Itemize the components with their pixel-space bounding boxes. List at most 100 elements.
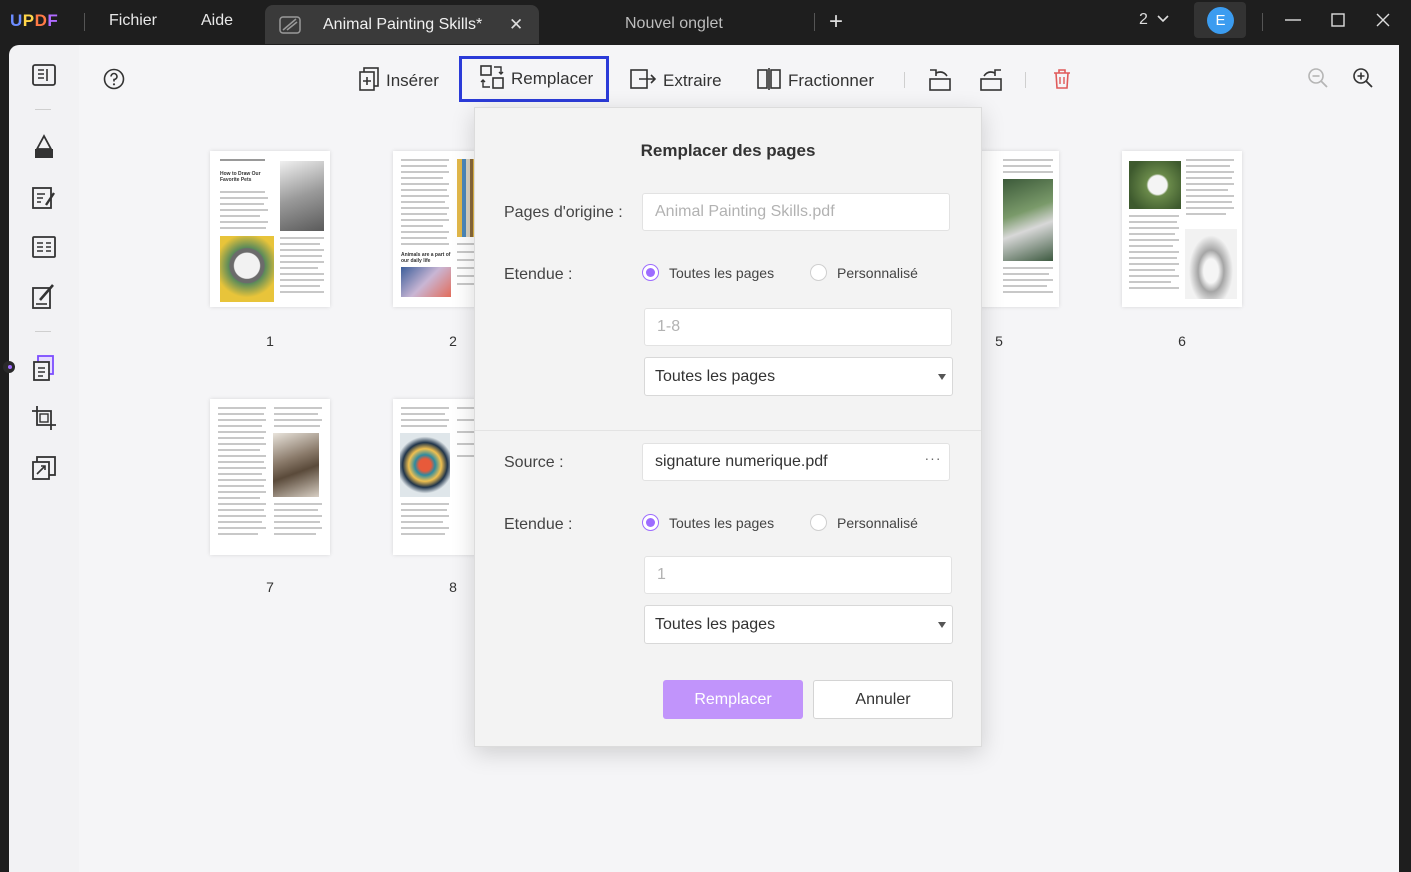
rotate-left-icon[interactable]	[927, 68, 953, 97]
parrot-painting-image	[400, 433, 450, 497]
page-thumbnail-1[interactable]: How to Draw Our Favorite Pets	[210, 151, 330, 307]
cancel-button[interactable]: Annuler	[813, 680, 953, 719]
replace-page-icon	[479, 64, 505, 94]
split-page-icon	[756, 67, 782, 96]
origin-range-input[interactable]: 1-8	[644, 308, 952, 346]
page-2-heading: Animals are a part of our daily life	[401, 252, 451, 264]
compress-icon[interactable]	[31, 455, 57, 486]
origin-file-field: Animal Painting Skills.pdf	[642, 193, 950, 231]
sidebar-separator	[35, 109, 51, 110]
zoom-in-icon[interactable]	[1352, 67, 1374, 94]
origin-pages-label: Pages d'origine :	[504, 204, 623, 221]
rabbit-photo-image	[1129, 161, 1181, 209]
close-tab-icon[interactable]: ✕	[509, 15, 523, 35]
more-options-icon[interactable]: ···	[923, 450, 943, 474]
tab-new[interactable]: Nouvel onglet	[625, 15, 723, 33]
replace-button[interactable]: Remplacer	[459, 56, 609, 102]
source-page-select-value: Toutes les pages	[655, 615, 776, 633]
caret-down-icon	[938, 374, 946, 380]
sign-icon[interactable]	[31, 283, 57, 316]
replace-label: Remplacer	[511, 69, 594, 88]
replace-pages-dialog: Remplacer des pages Pages d'origine : An…	[474, 107, 982, 747]
trash-icon[interactable]	[1052, 68, 1072, 95]
comment-icon[interactable]	[31, 133, 57, 166]
split-button[interactable]: Fractionner	[756, 67, 874, 95]
account-button[interactable]: E	[1194, 2, 1246, 38]
page-number-1: 1	[266, 333, 274, 349]
page-thumbnail-6[interactable]	[1122, 151, 1242, 307]
add-tab-icon[interactable]: +	[829, 8, 843, 36]
page-thumbnail-7[interactable]	[210, 399, 330, 555]
origin-all-pages-label: Toutes les pages	[669, 264, 775, 281]
close-window-icon[interactable]	[1375, 9, 1391, 36]
page-number-8: 8	[449, 579, 457, 595]
radio-unselected-icon	[810, 264, 827, 281]
source-all-pages-radio[interactable]: Toutes les pages	[642, 514, 774, 531]
origin-custom-label: Personnalisé	[837, 264, 918, 281]
tab-animal-painting[interactable]: Animal Painting Skills* ✕	[265, 5, 539, 44]
source-file-field[interactable]: signature numerique.pdf ···	[642, 443, 950, 481]
dog-sketch-image	[280, 161, 324, 231]
origin-range-label: Etendue :	[504, 266, 573, 283]
dialog-title: Remplacer des pages	[640, 141, 816, 160]
extract-label: Extraire	[663, 71, 722, 90]
source-all-pages-label: Toutes les pages	[669, 514, 775, 531]
origin-all-pages-radio[interactable]: Toutes les pages	[642, 264, 774, 281]
confirm-replace-button[interactable]: Remplacer	[663, 680, 803, 719]
toolbar-separator	[904, 72, 905, 88]
title-separator	[814, 13, 815, 31]
source-file-name: signature numerique.pdf	[655, 453, 828, 470]
title-separator	[1262, 13, 1263, 31]
source-page-select[interactable]: Toutes les pages	[644, 605, 953, 644]
sidebar-handle[interactable]	[3, 361, 15, 373]
dog-painting-image	[220, 236, 274, 302]
edit-pdf-icon[interactable]	[31, 185, 57, 216]
insert-button[interactable]: Insérer	[358, 66, 439, 96]
insert-page-icon	[358, 66, 380, 96]
left-sidebar	[3, 45, 79, 872]
source-range-input[interactable]: 1	[644, 556, 952, 594]
title-separator	[84, 13, 85, 31]
source-label: Source :	[504, 454, 564, 471]
menu-help[interactable]: Aide	[201, 12, 233, 30]
organize-pages-icon[interactable]	[31, 354, 57, 387]
radio-selected-icon	[642, 264, 659, 281]
page-number-5: 5	[995, 333, 1003, 349]
help-icon[interactable]	[103, 68, 125, 95]
toolbar-separator	[1025, 72, 1026, 88]
minimize-icon[interactable]	[1284, 9, 1302, 36]
insert-label: Insérer	[386, 71, 439, 90]
reader-icon[interactable]	[31, 63, 57, 92]
extract-page-icon	[629, 68, 657, 95]
page-number-6: 6	[1178, 333, 1186, 349]
origin-page-select[interactable]: Toutes les pages	[644, 357, 953, 396]
tab-title: Animal Painting Skills*	[323, 16, 483, 33]
page-number-7: 7	[266, 579, 274, 595]
split-label: Fractionner	[788, 71, 874, 90]
origin-custom-radio[interactable]: Personnalisé	[810, 264, 918, 281]
window-count[interactable]: 2	[1139, 11, 1148, 29]
plant-art-image	[1003, 179, 1053, 261]
window-edge	[1399, 45, 1411, 872]
menu-file[interactable]: Fichier	[109, 12, 157, 30]
chevron-down-icon[interactable]	[1156, 12, 1170, 31]
updf-logo: UPDF	[10, 11, 59, 30]
crop-icon[interactable]	[31, 405, 57, 436]
extract-button[interactable]: Extraire	[629, 67, 722, 95]
source-custom-radio[interactable]: Personnalisé	[810, 514, 918, 531]
rabbit-sketch-image	[1185, 229, 1237, 299]
page-1-heading: How to Draw Our Favorite Pets	[220, 171, 261, 183]
caret-down-icon	[938, 622, 946, 628]
radio-unselected-icon	[810, 514, 827, 531]
rotate-right-icon[interactable]	[978, 68, 1004, 97]
document-tab-icon	[279, 16, 301, 39]
painting-image	[401, 267, 451, 297]
page-number-2: 2	[449, 333, 457, 349]
source-range-label: Etendue :	[504, 516, 573, 533]
maximize-icon[interactable]	[1330, 9, 1346, 36]
title-bar: UPDF Fichier Aide Animal Painting Skills…	[0, 0, 1411, 44]
avatar: E	[1207, 7, 1234, 34]
zoom-out-icon[interactable]	[1307, 67, 1329, 94]
origin-page-select-value: Toutes les pages	[655, 367, 776, 385]
form-icon[interactable]	[31, 235, 57, 264]
